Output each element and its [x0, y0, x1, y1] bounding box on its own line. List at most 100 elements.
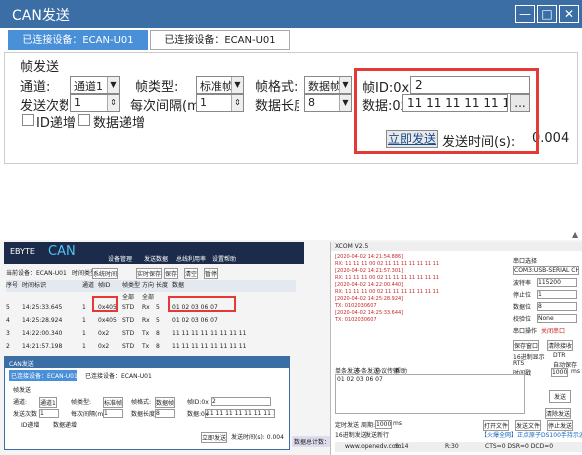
frame-format-select[interactable]: 数据帧 ▼ [304, 76, 352, 94]
cell-data: 11 11 11 11 11 11 11 11 [172, 330, 247, 337]
sub-tab-1[interactable]: 已连接设备：ECAN-U01 [9, 370, 78, 381]
current-device: 当前设备：ECAN-U01 [6, 270, 67, 277]
cell-ch: 1 [82, 343, 86, 350]
save-button[interactable]: 保存 [164, 268, 179, 279]
close-button[interactable]: ✕ [559, 5, 579, 23]
clear-recv-button[interactable]: 清除接收 [547, 340, 574, 351]
window-title: CAN发送 [0, 0, 582, 28]
sub-ft-select[interactable]: 标准帧 [103, 397, 124, 408]
clear-button[interactable]: 清空 [184, 268, 199, 279]
data-inc-checkbox[interactable] [78, 114, 90, 126]
id-highlight [92, 296, 118, 312]
col-len: 长度 [156, 282, 169, 289]
resize-up-icon: ▲ [572, 230, 579, 239]
cell-time: 14:25:28.924 [22, 317, 63, 324]
channel-select[interactable]: 通道1 ▼ [70, 76, 120, 94]
sub-idinc[interactable]: ID递增 [21, 420, 39, 429]
tab-device-2[interactable]: 已连接设备：ECAN-U01 [150, 30, 290, 50]
period-input[interactable]: 1000 [375, 420, 393, 429]
pause-button[interactable]: 暂停 [204, 268, 219, 279]
nav-help[interactable]: 设置帮助 [212, 254, 236, 263]
newline-checkbox[interactable]: 发送新行 [365, 430, 389, 439]
cell-len: 8 [156, 330, 160, 337]
table-row[interactable]: 4 14:25:28.924 1 0x405 STD Rx 5 01 02 03 06 07 [6, 317, 296, 329]
sub-datainc[interactable]: 数据递增 [53, 420, 77, 429]
status-bar: www.openedv.com S:14 R:30 CTS=0 DSR=0 DC… [335, 442, 582, 452]
port-select-label: 串口选择 [513, 258, 538, 265]
clear-send-button[interactable]: 清除发送 [545, 408, 572, 419]
interval-input[interactable]: 1 ⇕ [196, 94, 244, 112]
send-textarea[interactable]: 01 02 03 06 07 [335, 374, 525, 414]
table-row[interactable]: 2 14:21:57.198 1 0x2 STD Tx 8 11 11 11 11 11 11… [6, 343, 296, 355]
parity-select[interactable]: None [537, 314, 577, 323]
realtime-save-button[interactable]: 实时保存 [136, 268, 163, 279]
filter-dir[interactable]: 全部 [142, 292, 154, 301]
id-inc-checkbox[interactable] [22, 114, 34, 126]
cell-time: 14:21:57.198 [22, 343, 63, 350]
sub-sc-label: 发送次数 [13, 411, 38, 418]
sub-dl-select[interactable]: 8 [155, 409, 175, 418]
device-tabs: 已连接设备：ECAN-U01 已连接设备：ECAN-U01 [4, 30, 578, 50]
sub-tab-2[interactable]: 已连接设备：ECAN-U01 [83, 370, 152, 381]
log-line: [2020-04-02 14:21:54.886] [335, 254, 404, 260]
cell-time: 14:25:33.645 [22, 304, 63, 311]
data-bits-select[interactable]: 8 [537, 302, 577, 311]
data-len-select[interactable]: 8 ▼ [304, 94, 352, 112]
sub-send-button[interactable]: 立即发送 [201, 432, 228, 443]
cell-dir: Tx [142, 343, 150, 350]
tab-device-1[interactable]: 已连接设备：ECAN-U01 [8, 30, 148, 50]
chevron-down-icon: ▼ [339, 95, 351, 111]
count-text: 数据总计数： [294, 439, 331, 446]
nav-bus[interactable]: 总线利用率 [176, 254, 206, 263]
send-count-value: 1 [74, 96, 81, 109]
time-type-select[interactable]: 系统时间 [92, 268, 119, 279]
table-row[interactable]: 5 14:25:33.645 1 0x405 STD Rx 5 01 02 03 06 07 [6, 304, 296, 316]
sub-fid-input[interactable]: 2 [211, 397, 271, 406]
frame-format-value: 数据帧 [308, 80, 341, 93]
cell-type: STD [122, 330, 135, 337]
sub-dt-input[interactable]: 11 11 11 11 11 11 11 11 [205, 409, 275, 418]
timestamp-ms-input[interactable]: 1000 [551, 368, 569, 377]
cell-ch: 1 [82, 330, 86, 337]
nav-device[interactable]: 设备管理 [108, 254, 132, 263]
send-count-input[interactable]: 1 ⇕ [70, 94, 120, 112]
cell-type: STD [122, 343, 135, 350]
rts-checkbox[interactable]: RTS [513, 360, 524, 367]
table-row[interactable]: 3 14:22:00.340 1 0x2 STD Tx 8 11 11 11 11 11 11… [6, 330, 296, 342]
nav-send[interactable]: 发送数据 [144, 254, 168, 263]
cell-type: STD [122, 317, 135, 324]
stepper-icon: ⇕ [107, 95, 119, 111]
frame-type-label: 帧类型: [135, 80, 179, 95]
log-line: [2020-04-02 14:25:33.644] [335, 310, 404, 316]
hex-send-checkbox[interactable]: 16进制发送 [335, 430, 367, 439]
col-type: 帧类型 [122, 282, 141, 289]
can-logo: CAN [48, 244, 76, 259]
log-line: TX: 0102030607 [335, 303, 377, 309]
save-window-button[interactable]: 保存窗口 [513, 340, 540, 351]
baud-select[interactable]: 115200 [537, 278, 577, 287]
sub-ff-select[interactable]: 数据帧 [155, 397, 176, 408]
col-ch: 通道 [82, 282, 95, 289]
frame-format-label: 帧格式: [255, 80, 299, 95]
stop-select[interactable]: 1 [537, 290, 577, 299]
cell-dir: Rx [142, 317, 150, 324]
log-line: [2020-04-02 14:22:00.440] [335, 282, 404, 288]
sub-sc-input[interactable]: 1 [39, 409, 59, 418]
send-button[interactable]: 发送 [549, 390, 572, 403]
port-select[interactable]: COM3:USB-SERIAL CH34 [513, 266, 579, 275]
can-send-subwindow: CAN发送 已连接设备：ECAN-U01 已连接设备：ECAN-U01 帧发送 … [4, 356, 290, 450]
timed-send-checkbox[interactable]: 定时发送 [335, 420, 359, 429]
dtr-checkbox[interactable]: DTR [553, 352, 565, 359]
filter-type[interactable]: 全部 [122, 292, 134, 301]
sub-ch-select[interactable]: 通道1 [39, 397, 57, 408]
minimize-button[interactable]: — [515, 5, 535, 23]
maximize-button[interactable]: □ [537, 5, 557, 23]
table-header: 序号 时间标识 通道 帧ID 帧类型 方向 长度 数据 [6, 280, 296, 292]
url-text[interactable]: www.openedv.com [345, 443, 401, 450]
sub-fid-label: 帧ID:0x [187, 399, 209, 406]
ad-link[interactable]: 【火爆全网】正点原子DS100手持示波器上市 [481, 430, 582, 439]
frame-type-select[interactable]: 标准帧 ▼ [196, 76, 244, 94]
close-port-button[interactable]: 关闭串口 [541, 326, 565, 335]
channel-value: 通道1 [74, 80, 103, 93]
sub-iv-input[interactable]: 1 [103, 409, 123, 418]
